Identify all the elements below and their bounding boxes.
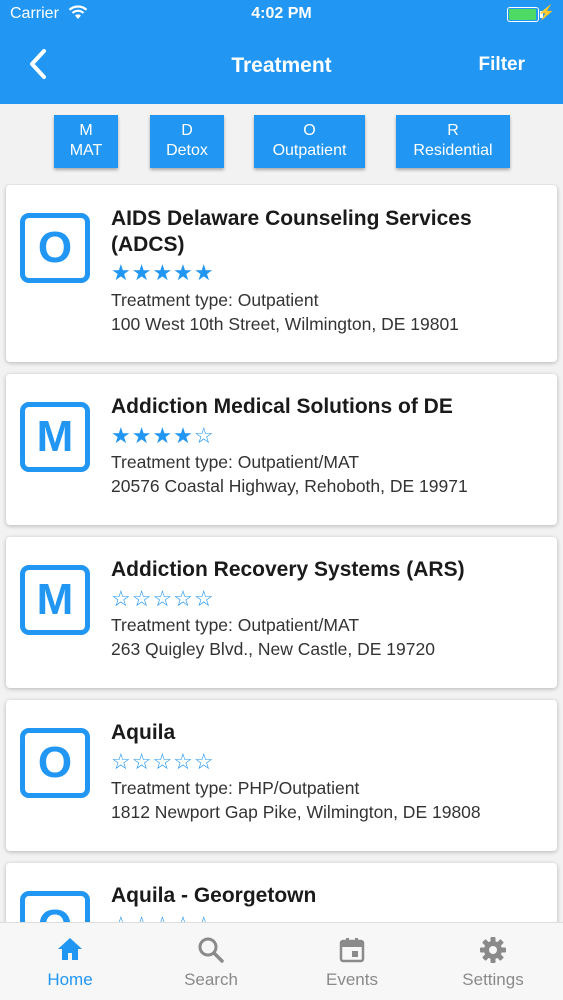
facility-card[interactable]: M Addiction Recovery Systems (ARS) ☆☆☆☆☆… [6,537,557,688]
treatment-type: Treatment type: Outpatient/MAT [111,615,360,635]
app-header: Carrier 4:02 PM ⚡ Treatment Filter [0,0,563,104]
facility-card[interactable]: O Aquila - Georgetown ☆☆☆☆☆ [6,863,557,922]
tab-label: Search [184,970,238,989]
chip-detox[interactable]: D Detox [150,115,224,168]
facility-address: 1812 Newport Gap Pike, Wilmington, DE 19… [111,802,481,822]
facility-card[interactable]: O Aquila ☆☆☆☆☆ Treatment type: PHP/Outpa… [6,700,557,851]
chip-label: Detox [166,142,208,159]
calendar-icon [339,938,365,963]
facility-type-icon: O [20,213,90,283]
chip-letter: M [79,122,93,139]
filter-button[interactable]: Filter [479,54,525,76]
home-icon [58,938,82,960]
chip-letter: O [303,122,316,139]
tab-label: Settings [462,970,524,989]
treatment-type: Treatment type: PHP/Outpatient [111,778,360,798]
rating-stars: ★★★★☆ [111,423,215,448]
facility-name: Aquila [111,721,176,744]
facility-type-icon: O [20,728,90,798]
status-time: 4:02 PM [251,5,312,22]
tab-home[interactable]: Home [0,923,140,1000]
chip-letter: R [447,122,459,139]
treatment-type: Treatment type: Outpatient [111,290,319,310]
facility-address: 263 Quigley Blvd., New Castle, DE 19720 [111,639,435,659]
rating-stars: ☆☆☆☆☆ [111,586,215,611]
facility-address: 20576 Coastal Highway, Rehoboth, DE 1997… [111,476,468,496]
facility-type-icon: M [20,565,90,635]
battery-icon [507,7,539,22]
facility-list[interactable]: O AIDS Delaware Counseling Services (ADC… [0,184,563,922]
tab-label: Home [47,970,93,989]
facility-name: AIDS Delaware Counseling Services (ADCS) [111,207,472,256]
chip-outpatient[interactable]: O Outpatient [254,115,365,168]
facility-type-icon: M [20,402,90,472]
rating-stars: ☆☆☆☆☆ [111,749,215,774]
tab-search[interactable]: Search [141,923,281,1000]
facility-address: 100 West 10th Street, Wilmington, DE 198… [111,314,459,334]
gear-icon [480,937,506,963]
facility-type-icon: O [20,891,90,922]
rating-stars: ☆☆☆☆☆ [111,913,215,923]
tab-label: Events [326,970,378,989]
search-icon [198,937,224,963]
tab-events[interactable]: Events [282,923,422,1000]
rating-stars: ★★★★★ [111,260,215,285]
chip-label: Outpatient [272,142,347,159]
tab-settings[interactable]: Settings [423,923,563,1000]
facility-card[interactable]: O AIDS Delaware Counseling Services (ADC… [6,185,557,362]
status-bar: Carrier 4:02 PM ⚡ [0,0,563,30]
facility-name: Addiction Medical Solutions of DE [111,395,453,418]
chip-label: MAT [69,142,103,159]
treatment-type: Treatment type: Outpatient/MAT [111,452,360,472]
facility-card[interactable]: M Addiction Medical Solutions of DE ★★★★… [6,374,557,525]
back-button[interactable] [24,46,64,86]
chevron-left-icon [30,49,46,79]
chip-label: Residential [413,142,493,159]
tab-bar: Home Search Events Settings [0,922,563,1000]
charging-icon: ⚡ [537,4,555,20]
chip-letter: D [181,122,193,139]
facility-name: Aquila - Georgetown [111,884,317,907]
chip-residential[interactable]: R Residential [396,115,510,168]
facility-name: Addiction Recovery Systems (ARS) [111,558,465,581]
chip-mat[interactable]: M MAT [54,115,118,168]
